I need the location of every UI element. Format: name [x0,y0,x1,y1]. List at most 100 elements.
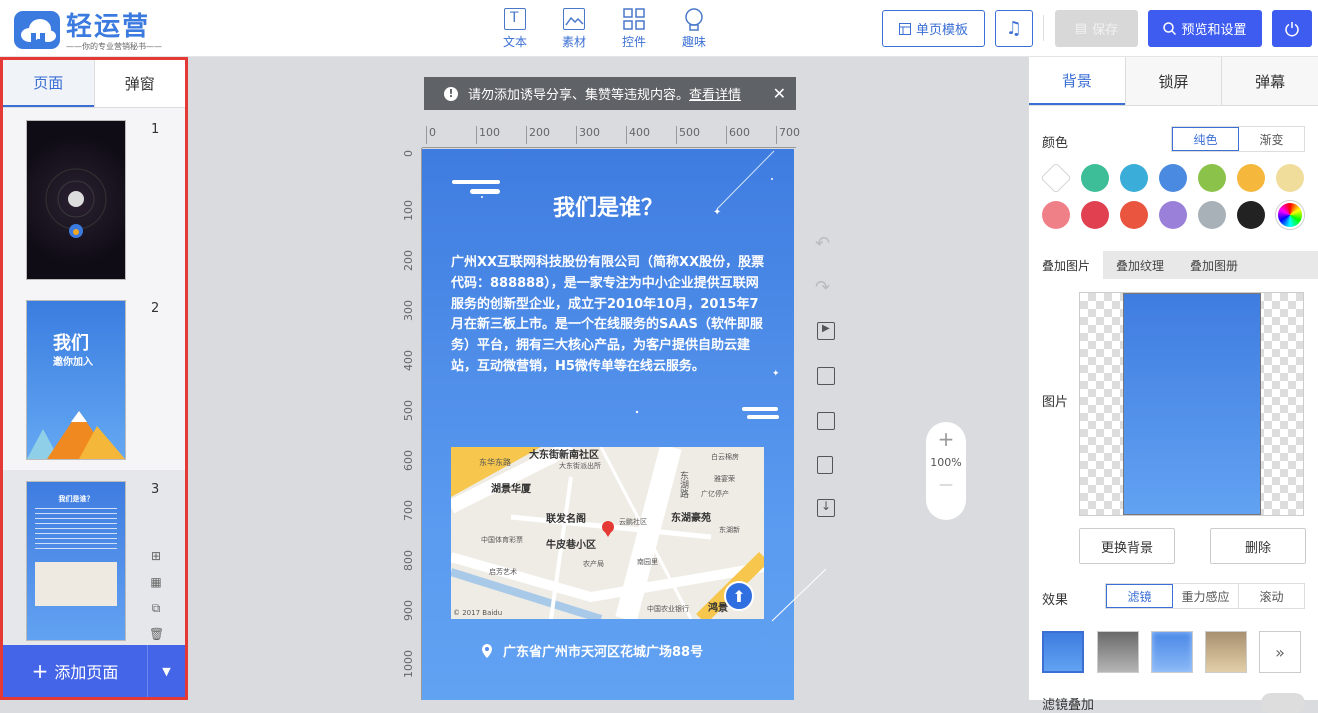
tab-overlay-album[interactable]: 叠加图册 [1177,251,1251,279]
solid-color-option[interactable]: 纯色 [1172,127,1239,151]
ruler-tick-label: 400 [626,126,650,144]
filter-preset-gray[interactable] [1097,631,1139,673]
filter-preset-sepia[interactable] [1205,631,1247,673]
ruler-tick-label: 400 [402,350,415,371]
tab-popups[interactable]: 弹窗 [93,60,186,107]
page-thumb-row-1[interactable]: 1 [3,109,185,281]
page-thumbnail[interactable]: 我们 邀你加入 [26,300,126,460]
tab-background[interactable]: 背景 [1029,57,1125,105]
bulb-icon [683,8,705,31]
color-swatch[interactable] [1276,201,1304,229]
color-swatch[interactable] [1040,162,1072,194]
page-thumb-row-3-selected[interactable]: 我们是谁？ 3 ⊞ ▦ ⧉ 🗑 [3,470,185,645]
template-icon[interactable]: ▦ [149,569,163,595]
gradient-option[interactable]: 渐变 [1239,127,1304,151]
color-swatch[interactable] [1237,201,1265,229]
music-icon: ♫ [1005,18,1023,39]
top-bar: 轻运营 ——你的专业营销秘书—— T 文本 素材 控件 趣味 单页模板 ♫ ▤ … [0,0,1318,57]
delete-background-button[interactable]: 删除 [1210,528,1306,564]
map-roads [451,447,764,619]
map-label: 湖景华厦 [491,484,531,495]
page-panel-tabs: 页面 弹窗 [3,60,185,108]
single-page-template-button[interactable]: 单页模板 [882,10,985,47]
tab-danmaku[interactable]: 弹幕 [1221,57,1318,105]
tab-overlay-image[interactable]: 叠加图片 [1029,251,1103,279]
color-swatch[interactable] [1081,164,1109,192]
color-swatch[interactable] [1276,164,1304,192]
stage-body-text[interactable]: 广州XX互联网科技股份有限公司（简称XX股份，股票代码：888888），是一家专… [451,253,767,378]
ruler-tick-label: 500 [402,400,415,421]
copy-icon[interactable]: ⧉ [149,595,163,621]
filter-overlay-toggle[interactable] [1261,693,1305,713]
background-image-preview[interactable] [1079,292,1304,516]
music-button[interactable]: ♫ [995,10,1033,47]
color-swatch[interactable] [1120,164,1148,192]
tab-lockscreen[interactable]: 锁屏 [1124,57,1222,105]
notice-link[interactable]: 查看详情 [689,88,741,103]
filter-option[interactable]: 滤镜 [1106,584,1173,608]
page-number: 1 [151,122,160,137]
power-button[interactable] [1272,10,1312,47]
color-swatch[interactable] [1198,164,1226,192]
map-label: 农产局 [583,560,604,568]
color-swatch[interactable] [1237,164,1265,192]
tool-text[interactable]: T 文本 [495,8,535,50]
save-icon: ▤ [1074,21,1088,36]
color-swatch[interactable] [1081,201,1109,229]
layers-icon[interactable] [817,367,835,385]
change-background-button[interactable]: 更换背景 [1079,528,1175,564]
page-thumb-row-2[interactable]: 我们 邀你加入 2 [3,290,185,462]
preview-settings-button[interactable]: 预览和设置 [1148,10,1262,47]
filter-preset-blur[interactable] [1151,631,1193,673]
tab-overlay-texture[interactable]: 叠加纹理 [1103,251,1177,279]
navigate-icon[interactable]: ⬆ [724,581,754,611]
color-swatch[interactable] [1159,201,1187,229]
notice-text: 请勿添加诱导分享、集赞等违规内容。 [468,88,690,103]
color-swatch[interactable] [1198,201,1226,229]
stage-title[interactable]: 我们是谁？ [422,190,794,222]
grid-icon[interactable] [817,412,835,430]
download-icon[interactable]: ↓ [817,499,835,517]
map-widget[interactable]: 大东街新南社区 湖景华厦 联发名阁 牛皮巷小区 东湖豪苑 东湖路 东华东路 大东… [451,447,764,619]
ruler-tick-label: 500 [676,126,700,144]
ruler-tick-label: 800 [402,550,415,571]
undo-icon[interactable]: ↶ [815,233,830,254]
page-list-panel: 页面 弹窗 1 我们 邀你加入 2 我们是谁？ 3 ⊞ ▦ ⧉ 🗑 + 添加页面… [0,57,188,700]
tool-widgets[interactable]: 控件 [614,8,654,50]
map-label: 大东街派出所 [559,462,601,470]
zoom-out-button[interactable]: — [926,477,966,493]
page-thumbnail[interactable]: 我们是谁？ [26,481,126,641]
tool-material-label: 素材 [561,35,586,49]
logo-icon [14,11,60,49]
trash-icon[interactable]: 🗑 [149,621,164,647]
zoom-in-button[interactable]: + [926,422,966,450]
redo-icon[interactable]: ↷ [815,277,830,298]
add-page-dropdown[interactable]: ▼ [147,645,185,697]
add-page-bar: + 添加页面 ▼ [3,645,185,697]
editor-stage[interactable]: ✦ ✦ 我们是谁？ 广州XX互联网科技股份有限公司（简称XX股份，股票代码：88… [422,149,794,700]
address-text: 广东省广州市天河区花城广场88号 [503,645,704,660]
color-swatch[interactable] [1120,201,1148,229]
page-thumbnail[interactable] [26,120,126,280]
image-label: 图片 [1042,395,1069,410]
color-swatch[interactable] [1159,164,1187,192]
close-icon[interactable]: ✕ [773,84,786,103]
filter-preset-original[interactable] [1042,631,1084,673]
tool-material[interactable]: 素材 [554,8,594,50]
background-image-crop[interactable] [1123,293,1261,515]
tool-fun[interactable]: 趣味 [674,8,714,50]
tab-pages[interactable]: 页面 [3,60,94,107]
add-page-button[interactable]: + 添加页面 [3,645,147,697]
save-button[interactable]: ▤ 保存 [1055,10,1138,47]
ruler-tick-label: 600 [402,450,415,471]
scroll-option[interactable]: 滚动 [1239,584,1304,608]
add-page-icon[interactable]: ⊞ [149,543,163,569]
gravity-option[interactable]: 重力感应 [1173,584,1239,608]
location-pin-icon [482,643,492,658]
color-label: 颜色 [1042,136,1069,151]
play-icon[interactable]: ▶ [817,322,835,340]
color-swatch[interactable] [1042,201,1070,229]
more-filters-button[interactable]: » [1259,631,1301,673]
mobile-icon[interactable] [817,456,833,474]
address-line[interactable]: 广东省广州市天河区花城广场88号 [481,641,703,660]
